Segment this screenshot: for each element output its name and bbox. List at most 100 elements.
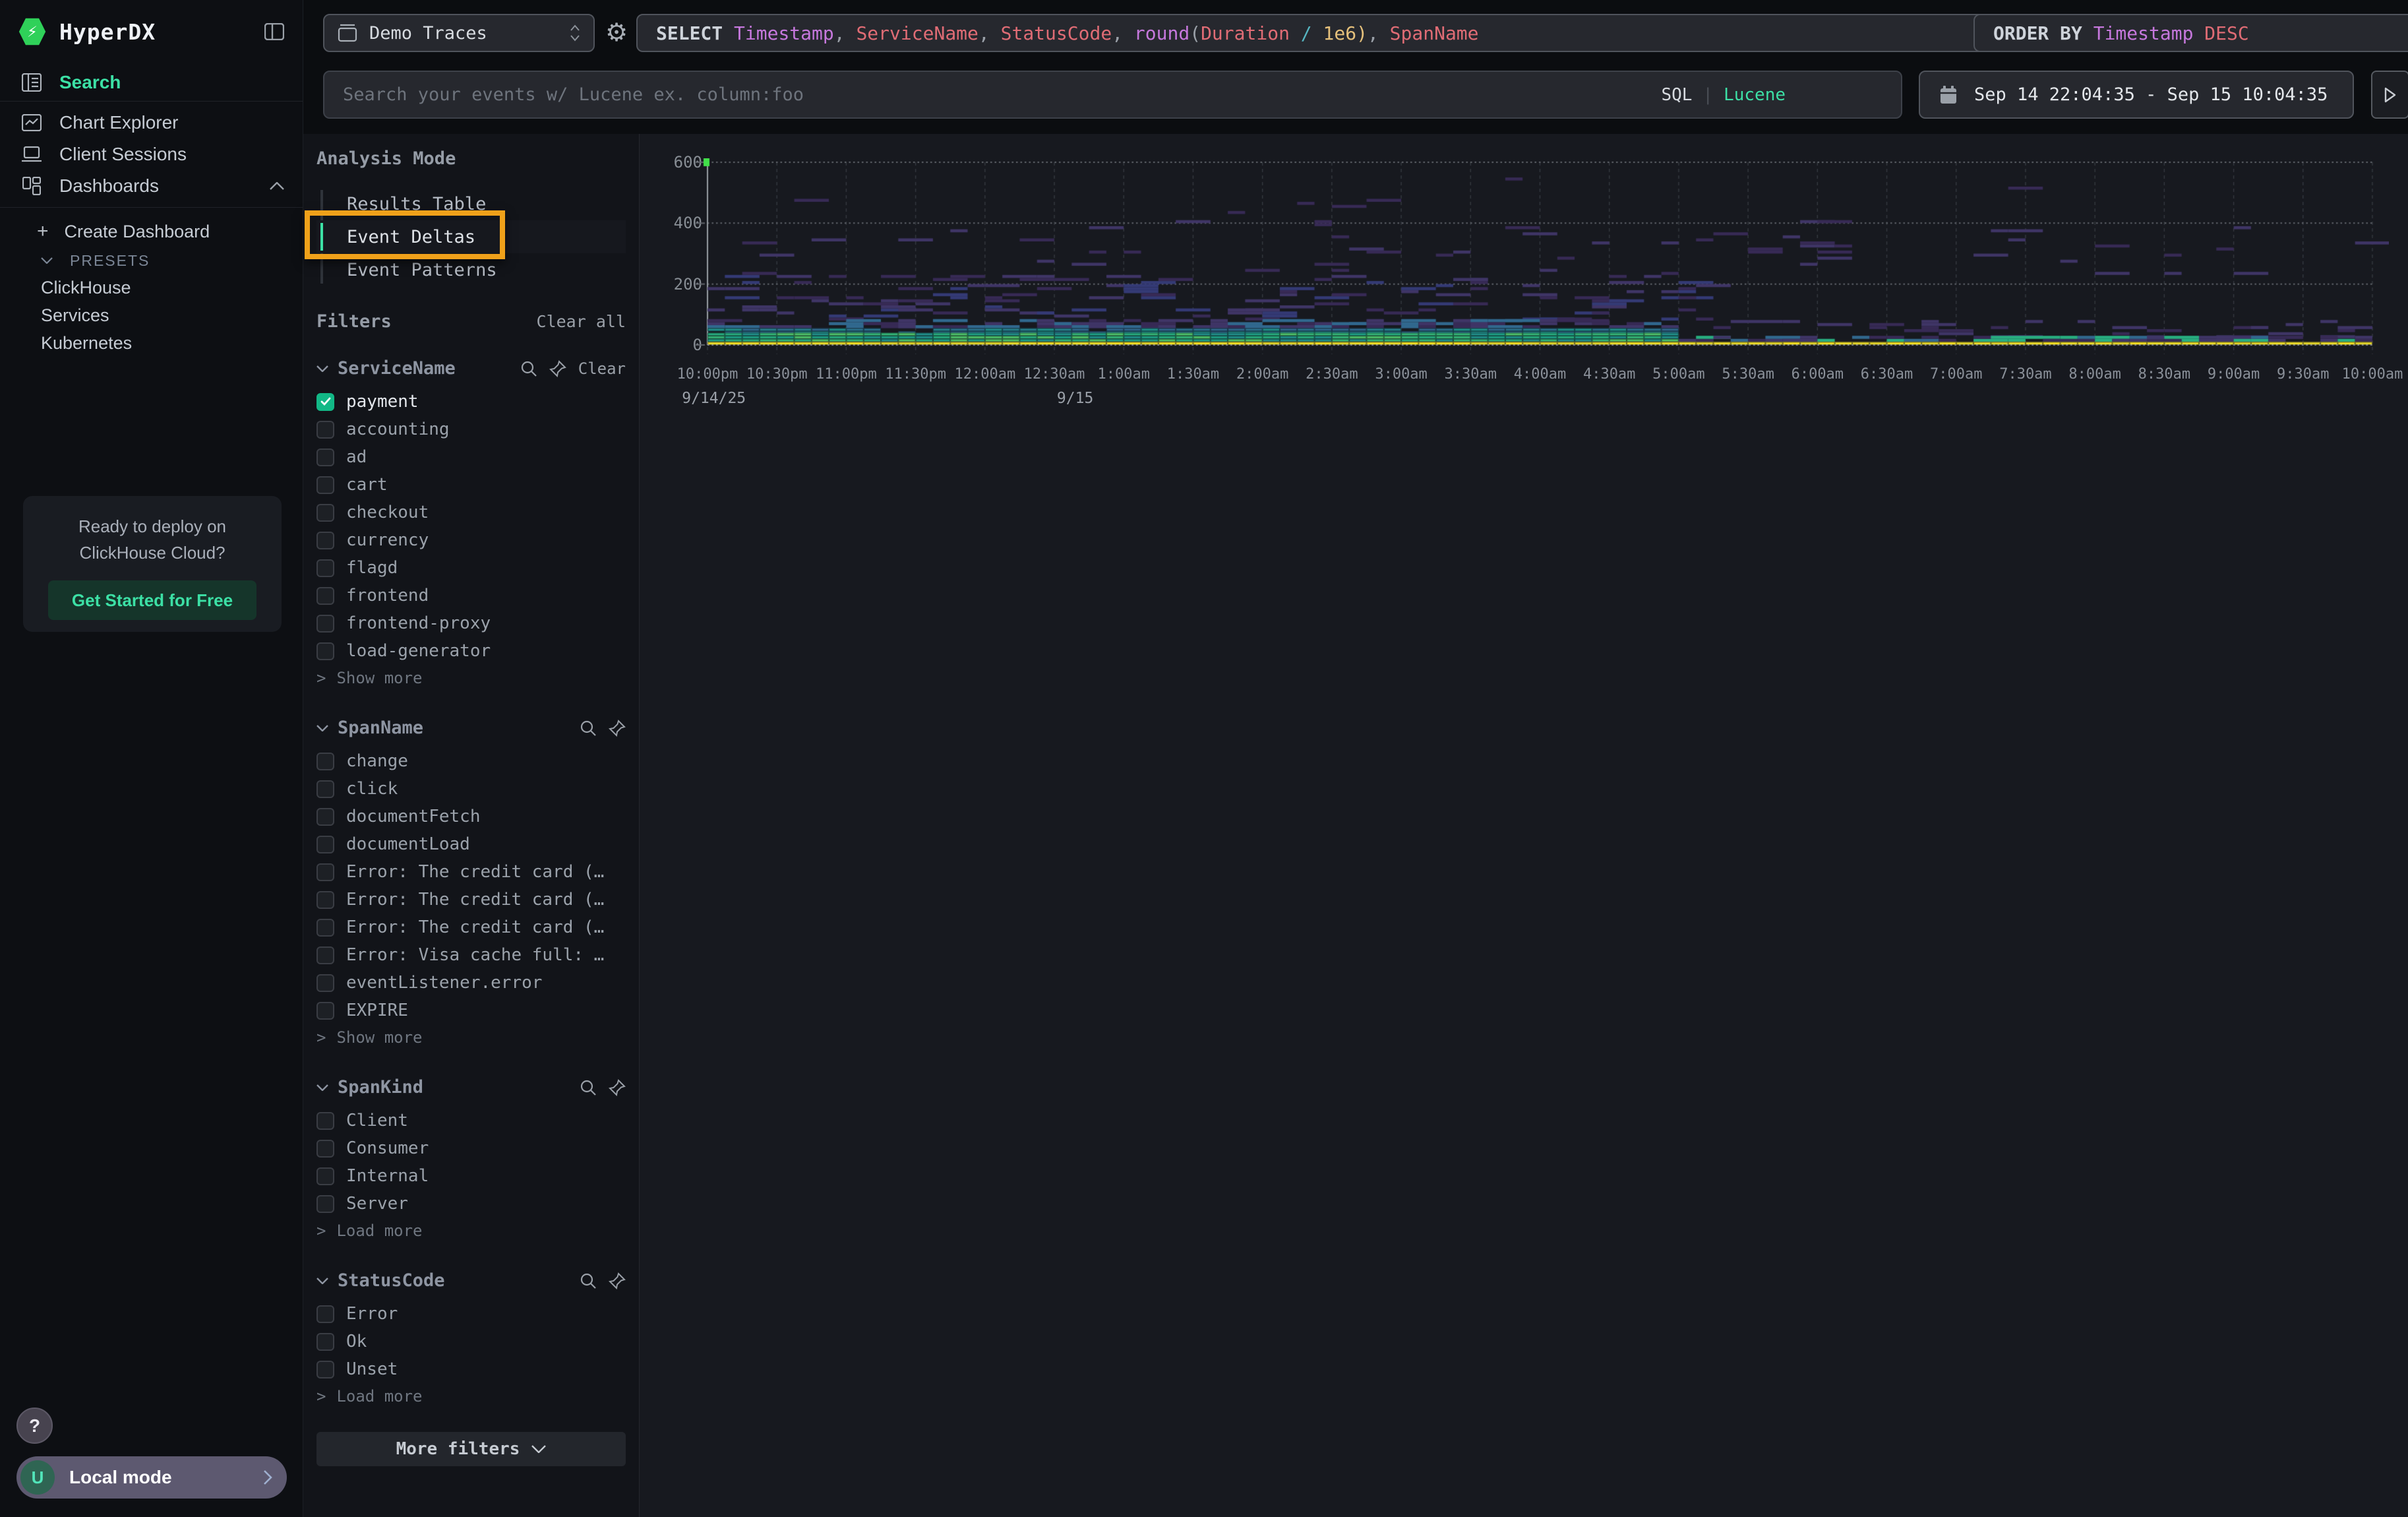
filter-search-icon[interactable] (520, 360, 537, 377)
checkbox[interactable] (316, 393, 334, 411)
filter-checkbox-row[interactable]: currency (316, 526, 626, 554)
filter-section-title[interactable]: SpanKind (338, 1077, 423, 1098)
user-menu[interactable]: U Local mode (16, 1456, 287, 1499)
filter-checkbox-row[interactable]: flagd (316, 554, 626, 582)
filter-checkbox-row[interactable]: Error: The credit card (… (316, 886, 626, 913)
sidebar-preset-item[interactable]: Services (0, 301, 303, 329)
checkbox[interactable] (316, 1361, 334, 1378)
load-more-button[interactable]: >Load more (316, 1218, 626, 1244)
filter-checkbox-row[interactable]: frontend-proxy (316, 609, 626, 637)
filter-checkbox-row[interactable]: accounting (316, 416, 626, 443)
data-source-select[interactable]: Demo Traces (323, 14, 595, 52)
sidebar-item-search[interactable]: Search (0, 63, 303, 102)
checkbox[interactable] (316, 1305, 334, 1323)
analysis-mode-tab[interactable]: Event Patterns (316, 253, 626, 286)
filter-checkbox-row[interactable]: Unset (316, 1355, 626, 1383)
chevron-up-icon[interactable] (270, 182, 284, 190)
checkbox[interactable] (316, 449, 334, 466)
clear-all-filters-button[interactable]: Clear all (537, 312, 626, 331)
filter-checkbox-row[interactable]: Consumer (316, 1134, 626, 1162)
checkbox[interactable] (316, 532, 334, 549)
checkbox[interactable] (316, 863, 334, 881)
sidebar-preset-item[interactable]: Kubernetes (0, 329, 303, 357)
filter-section-title[interactable]: SpanName (338, 718, 423, 738)
checkbox[interactable] (316, 421, 334, 439)
filter-checkbox-row[interactable]: click (316, 775, 626, 803)
more-filters-button[interactable]: More filters (316, 1432, 626, 1466)
checkbox[interactable] (316, 559, 334, 577)
checkbox[interactable] (316, 1112, 334, 1130)
checkbox[interactable] (316, 1167, 334, 1185)
filter-section-title[interactable]: StatusCode (338, 1270, 445, 1291)
checkbox[interactable] (316, 919, 334, 937)
filter-checkbox-row[interactable]: ad (316, 443, 626, 471)
checkbox[interactable] (316, 587, 334, 605)
pin-icon[interactable] (609, 1079, 626, 1096)
filter-checkbox-row[interactable]: documentLoad (316, 830, 626, 858)
pin-icon[interactable] (609, 1272, 626, 1289)
checkbox[interactable] (316, 946, 334, 964)
filter-checkbox-row[interactable]: Error: Visa cache full: … (316, 941, 626, 969)
show-more-button[interactable]: >Show more (316, 1024, 626, 1051)
checkbox[interactable] (316, 476, 334, 494)
checkbox[interactable] (316, 1002, 334, 1020)
filter-checkbox-row[interactable]: Error: The credit card (… (316, 913, 626, 941)
filter-search-icon[interactable] (580, 720, 597, 737)
filter-checkbox-row[interactable]: Internal (316, 1162, 626, 1190)
filter-checkbox-row[interactable]: checkout (316, 499, 626, 526)
sidebar-item-chart-explorer[interactable]: Chart Explorer (0, 107, 303, 139)
filter-checkbox-row[interactable]: Server (316, 1190, 626, 1218)
checkbox[interactable] (316, 891, 334, 909)
chevron-down-icon[interactable] (316, 725, 328, 731)
checkbox[interactable] (316, 1195, 334, 1213)
event-search-input[interactable] (343, 84, 1882, 105)
mode-lucene[interactable]: Lucene (1724, 85, 1786, 105)
create-dashboard-button[interactable]: + Create Dashboard (0, 216, 303, 247)
filter-clear-button[interactable]: Clear (578, 359, 626, 378)
filter-checkbox-row[interactable]: EXPIRE (316, 997, 626, 1024)
checkbox[interactable] (316, 642, 334, 660)
checkbox[interactable] (316, 1333, 334, 1351)
filter-section-title[interactable]: ServiceName (338, 358, 456, 379)
filter-checkbox-row[interactable]: Error: The credit card (… (316, 858, 626, 886)
checkbox[interactable] (316, 504, 334, 522)
pin-icon[interactable] (609, 720, 626, 737)
analysis-mode-tab[interactable]: Results Table (316, 187, 626, 220)
sidebar-item-dashboards[interactable]: Dashboards (0, 170, 303, 202)
filter-checkbox-row[interactable]: change (316, 747, 626, 775)
get-started-button[interactable]: Get Started for Free (48, 580, 256, 620)
mode-sql[interactable]: SQL (1661, 85, 1692, 105)
source-settings-gear-icon[interactable]: ⚙ (601, 17, 632, 47)
checkbox[interactable] (316, 615, 334, 633)
sidebar-item-client-sessions[interactable]: Client Sessions (0, 139, 303, 170)
sidebar-preset-item[interactable]: ClickHouse (0, 274, 303, 301)
load-more-button[interactable]: >Load more (316, 1383, 626, 1409)
filter-checkbox-row[interactable]: payment (316, 388, 626, 416)
presets-toggle[interactable]: PRESETS (0, 247, 303, 274)
filter-search-icon[interactable] (580, 1079, 597, 1096)
filter-checkbox-row[interactable]: documentFetch (316, 803, 626, 830)
heatmap-canvas[interactable] (694, 158, 2389, 356)
collapse-sidebar-icon[interactable] (264, 23, 284, 40)
analysis-mode-tab[interactable]: Event Deltas (316, 220, 626, 253)
checkbox[interactable] (316, 836, 334, 853)
chevron-down-icon[interactable] (316, 365, 328, 372)
show-more-button[interactable]: >Show more (316, 665, 626, 691)
chevron-down-icon[interactable] (316, 1278, 328, 1284)
filter-checkbox-row[interactable]: eventListener.error (316, 969, 626, 997)
filter-checkbox-row[interactable]: Ok (316, 1328, 626, 1355)
checkbox[interactable] (316, 780, 334, 798)
help-button[interactable]: ? (16, 1408, 53, 1444)
pin-icon[interactable] (549, 360, 566, 377)
checkbox[interactable] (316, 974, 334, 992)
order-by-input[interactable]: ORDER BY Timestamp DESC (1973, 14, 2408, 52)
checkbox[interactable] (316, 808, 334, 826)
checkbox[interactable] (316, 1140, 334, 1158)
filter-checkbox-row[interactable]: frontend (316, 582, 626, 609)
filter-checkbox-row[interactable]: Error (316, 1300, 626, 1328)
checkbox[interactable] (316, 753, 334, 770)
date-range-picker[interactable]: Sep 14 22:04:35 - Sep 15 10:04:35 (1919, 71, 2354, 119)
filter-search-icon[interactable] (580, 1272, 597, 1289)
filter-checkbox-row[interactable]: load-generator (316, 637, 626, 665)
run-query-button[interactable] (2371, 71, 2408, 119)
